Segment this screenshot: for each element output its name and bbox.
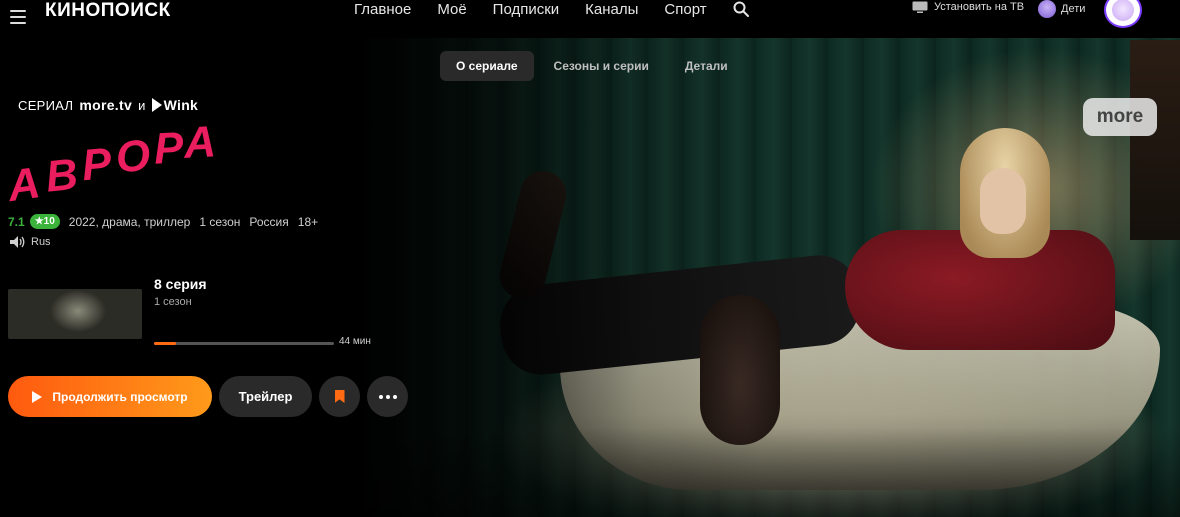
show-title-letter: А bbox=[182, 117, 220, 168]
continue-watching-button[interactable]: Продолжить просмотр bbox=[8, 376, 212, 417]
kinopoisk-logo[interactable]: КИНОПОИСК bbox=[45, 0, 171, 22]
moretv-brand: more.tv bbox=[79, 97, 133, 113]
speaker-icon bbox=[10, 236, 25, 248]
episode-progress-bar bbox=[154, 342, 334, 345]
show-title-letter: Р bbox=[152, 123, 187, 174]
install-on-tv-label: Установить на ТВ bbox=[934, 1, 1025, 13]
kids-bunny-icon bbox=[1038, 0, 1056, 18]
nav-item-subscriptions[interactable]: Подписки bbox=[493, 1, 560, 18]
show-title-letter: О bbox=[114, 130, 154, 183]
content-tabs: О сериале Сезоны и серии Детали bbox=[440, 51, 744, 81]
avatar-bunny-icon bbox=[1112, 0, 1134, 21]
show-title-letter: А bbox=[4, 157, 45, 212]
top-navigation-bar: КИНОПОИСК Главное Моё Подписки Каналы Сп… bbox=[0, 0, 1180, 38]
episode-title[interactable]: 8 серия bbox=[154, 276, 207, 292]
user-avatar[interactable] bbox=[1104, 0, 1142, 28]
episode-thumbnail[interactable] bbox=[8, 289, 142, 339]
tab-details[interactable]: Детали bbox=[669, 51, 744, 81]
rating-value: 7.1 bbox=[8, 214, 25, 229]
wink-brand: Wink bbox=[151, 97, 199, 113]
tab-about-series[interactable]: О сериале bbox=[440, 51, 534, 81]
meta-seasons: 1 сезон bbox=[199, 214, 241, 229]
show-title-logo: АВРОРА bbox=[5, 117, 228, 211]
brand-conjunction: и bbox=[138, 97, 146, 113]
action-buttons: Продолжить просмотр Трейлер bbox=[8, 376, 408, 417]
install-on-tv-link[interactable]: Установить на ТВ bbox=[912, 1, 1024, 13]
nav-item-mine[interactable]: Моё bbox=[437, 1, 466, 18]
kids-label: Дети bbox=[1061, 3, 1086, 15]
rating-badge: ★10 bbox=[29, 214, 60, 229]
meta-age-rating: 18+ bbox=[297, 214, 319, 229]
meta-country: Россия bbox=[249, 214, 289, 229]
hero-bottom-overlay bbox=[0, 427, 1180, 517]
search-icon[interactable] bbox=[733, 1, 749, 17]
bookmark-button[interactable] bbox=[319, 376, 360, 417]
nav-item-main[interactable]: Главное bbox=[354, 1, 411, 18]
more-options-button[interactable] bbox=[367, 376, 408, 417]
hamburger-menu-icon[interactable] bbox=[10, 10, 26, 24]
main-nav: Главное Моё Подписки Каналы Спорт bbox=[354, 0, 707, 18]
show-title: АВРОРА bbox=[5, 117, 228, 211]
show-title-letter: Р bbox=[79, 138, 116, 191]
wink-brand-label: Wink bbox=[163, 97, 199, 113]
nav-item-sport[interactable]: Спорт bbox=[664, 1, 706, 18]
nav-item-channels[interactable]: Каналы bbox=[585, 1, 638, 18]
series-prefix: СЕРИАЛ bbox=[18, 97, 74, 113]
tab-seasons-episodes[interactable]: Сезоны и серии bbox=[538, 51, 665, 81]
play-icon bbox=[32, 390, 43, 403]
tv-icon bbox=[912, 1, 928, 13]
channel-watermark: more bbox=[1083, 98, 1157, 136]
audio-track: Rus bbox=[10, 236, 51, 248]
series-brand-line: СЕРИАЛ more.tv и Wink bbox=[18, 97, 198, 113]
episode-season: 1 сезон bbox=[154, 296, 192, 308]
episode-duration: 44 мин bbox=[339, 336, 371, 347]
show-meta: 7.1 ★10 2022, драма, триллер 1 сезон Рос… bbox=[8, 214, 318, 229]
bookmark-icon bbox=[334, 390, 345, 403]
trailer-button[interactable]: Трейлер bbox=[219, 376, 312, 417]
audio-language: Rus bbox=[31, 236, 51, 248]
episode-progress-fill bbox=[154, 342, 176, 345]
more-dots-icon bbox=[378, 394, 397, 399]
kids-link[interactable]: Дети bbox=[1038, 0, 1085, 18]
show-title-letter: В bbox=[43, 149, 83, 202]
wink-logo-icon bbox=[151, 98, 162, 112]
meta-year-genre: 2022, драма, триллер bbox=[68, 214, 191, 229]
continue-watching-label: Продолжить просмотр bbox=[52, 389, 188, 404]
